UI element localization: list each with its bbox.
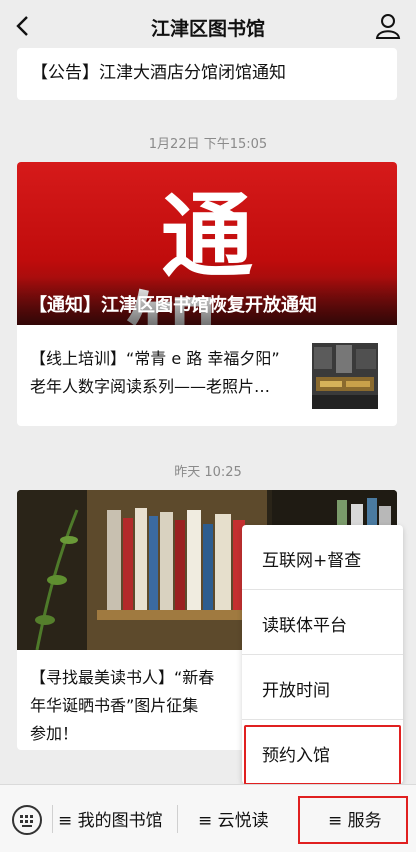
article-line2: 年华诞晒书香”图片征集 (30, 696, 199, 715)
highlight-box-reserve-entry (244, 725, 401, 785)
tab-my-library[interactable]: ≡ 我的图书馆 (58, 806, 163, 831)
menu-item-label: 开放时间 (262, 681, 330, 701)
timestamp: 昨天 10:25 (174, 465, 242, 480)
menu-item-internet-supervision[interactable]: 互联网+督查 (242, 525, 403, 590)
sub-article-thumbnail[interactable] (312, 343, 378, 409)
divider (52, 805, 53, 833)
menu-item-reading-platform[interactable]: 读联体平台 (242, 590, 403, 655)
highlight-box-services (298, 796, 408, 844)
top-bar: 江津区图书馆 (0, 0, 416, 52)
page-title: 江津区图书馆 (150, 18, 265, 40)
menu-item-opening-hours[interactable]: 开放时间 (242, 655, 403, 720)
banner-caption: 【通知】江津区图书馆恢复开放通知 (29, 295, 317, 316)
menu-item-label: 读联体平台 (262, 616, 347, 636)
notice-banner-image[interactable]: 通知 【通知】江津区图书馆恢复开放通知 (17, 162, 397, 325)
banner-caption-bar: 【通知】江津区图书馆恢复开放通知 (17, 277, 397, 325)
user-profile-icon[interactable] (374, 12, 402, 40)
article-card-notice[interactable]: 通知 【通知】江津区图书馆恢复开放通知 【线上培训】“常青 e 路 幸福夕阳” … (17, 162, 397, 426)
timestamp: 1月22日 下午15:05 (148, 137, 268, 152)
article-line1: 【寻找最美读书人】“新春 (30, 668, 215, 687)
sub-article-row[interactable]: 【线上培训】“常青 e 路 幸福夕阳” 老年人数字阅读系列——老照片… (17, 325, 397, 426)
sub-article-title-line2: 老年人数字阅读系列——老照片… (30, 377, 271, 396)
message-card-announcement[interactable]: 【公告】江津大酒店分馆闭馆通知 (17, 48, 397, 100)
keyboard-icon[interactable] (12, 805, 42, 835)
sub-article-title-line1: 【线上培训】“常青 e 路 幸福夕阳” (30, 349, 280, 368)
message-title: 【公告】江津大酒店分馆闭馆通知 (31, 63, 286, 83)
divider (177, 805, 178, 833)
article-line3: 参加！ (30, 724, 79, 743)
tab-cloud-reading[interactable]: ≡ 云悦读 (198, 806, 269, 831)
menu-item-label: 互联网+督查 (262, 551, 362, 571)
